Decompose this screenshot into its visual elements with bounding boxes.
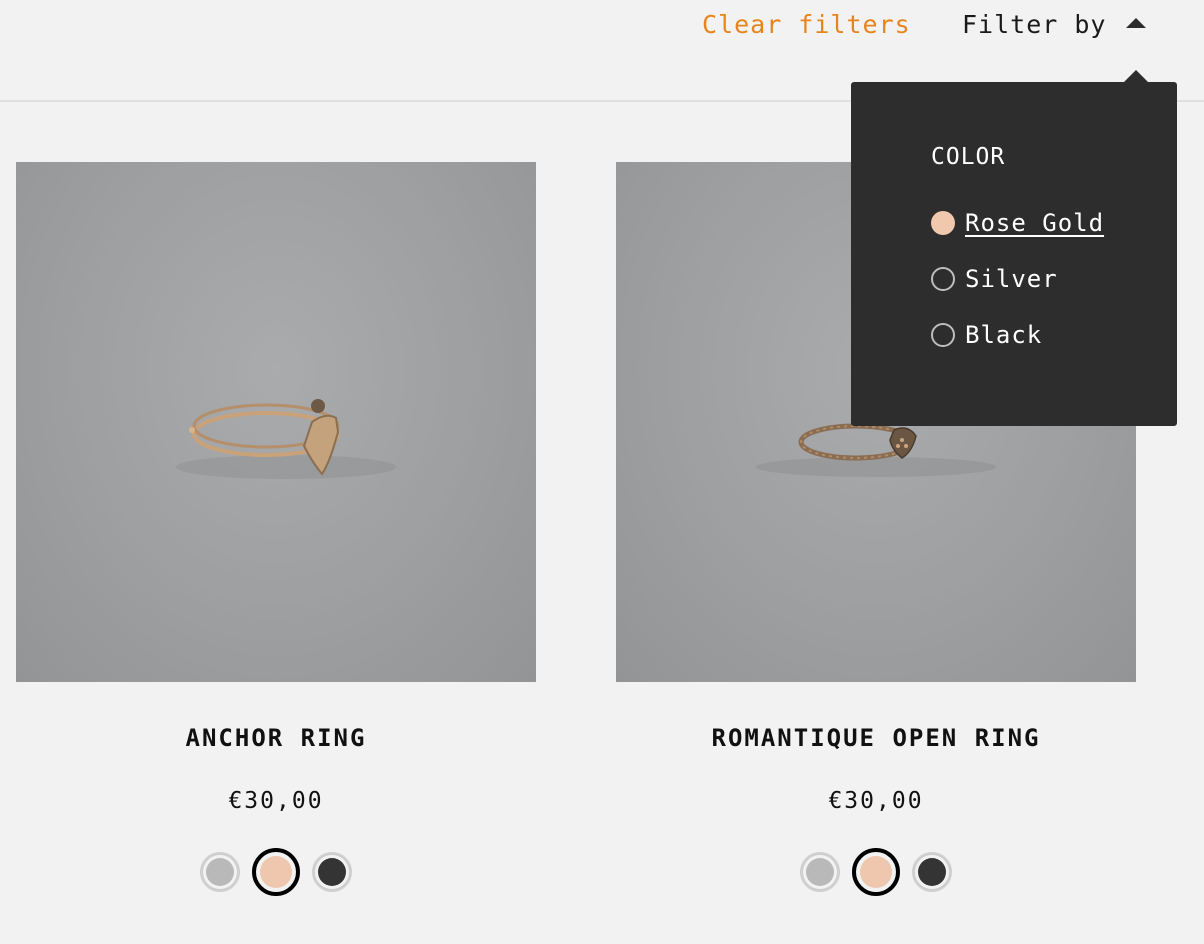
swatch-silver[interactable]: [800, 852, 840, 892]
swatch-rose-gold[interactable]: [252, 848, 300, 896]
swatch-black[interactable]: [312, 852, 352, 892]
radio-unchecked-icon[interactable]: [931, 267, 955, 291]
filter-option-label[interactable]: Rose Gold: [965, 209, 1104, 237]
filter-option-label[interactable]: Silver: [965, 265, 1058, 293]
filter-dropdown: COLOR Rose Gold Silver Black: [851, 70, 1177, 426]
color-swatches: [616, 848, 1136, 896]
product-price: €30,00: [828, 788, 924, 814]
product-image[interactable]: [16, 162, 536, 682]
radio-unchecked-icon[interactable]: [931, 323, 955, 347]
filter-option-rose-gold[interactable]: Rose Gold: [931, 208, 1104, 238]
radio-checked-icon[interactable]: [931, 211, 955, 235]
product-name[interactable]: ROMANTIQUE OPEN RING: [616, 724, 1136, 752]
filter-option-black[interactable]: Black: [931, 320, 1042, 350]
swatch-rose-gold[interactable]: [852, 848, 900, 896]
color-swatches: [16, 848, 536, 896]
swatch-black[interactable]: [912, 852, 952, 892]
product-card: ANCHOR RING €30,00: [16, 162, 536, 896]
anchor-ring-photo: [176, 399, 396, 479]
filter-option-silver[interactable]: Silver: [931, 264, 1058, 294]
filter-option-label[interactable]: Black: [965, 321, 1042, 349]
product-price: €30,00: [228, 788, 324, 814]
filter-by-toggle[interactable]: Filter by: [962, 10, 1106, 39]
filter-group-heading: COLOR: [931, 144, 1006, 170]
product-name[interactable]: ANCHOR RING: [16, 724, 536, 752]
clear-filters-link[interactable]: Clear filters: [702, 10, 911, 39]
caret-up-icon[interactable]: [1126, 18, 1146, 28]
swatch-silver[interactable]: [200, 852, 240, 892]
